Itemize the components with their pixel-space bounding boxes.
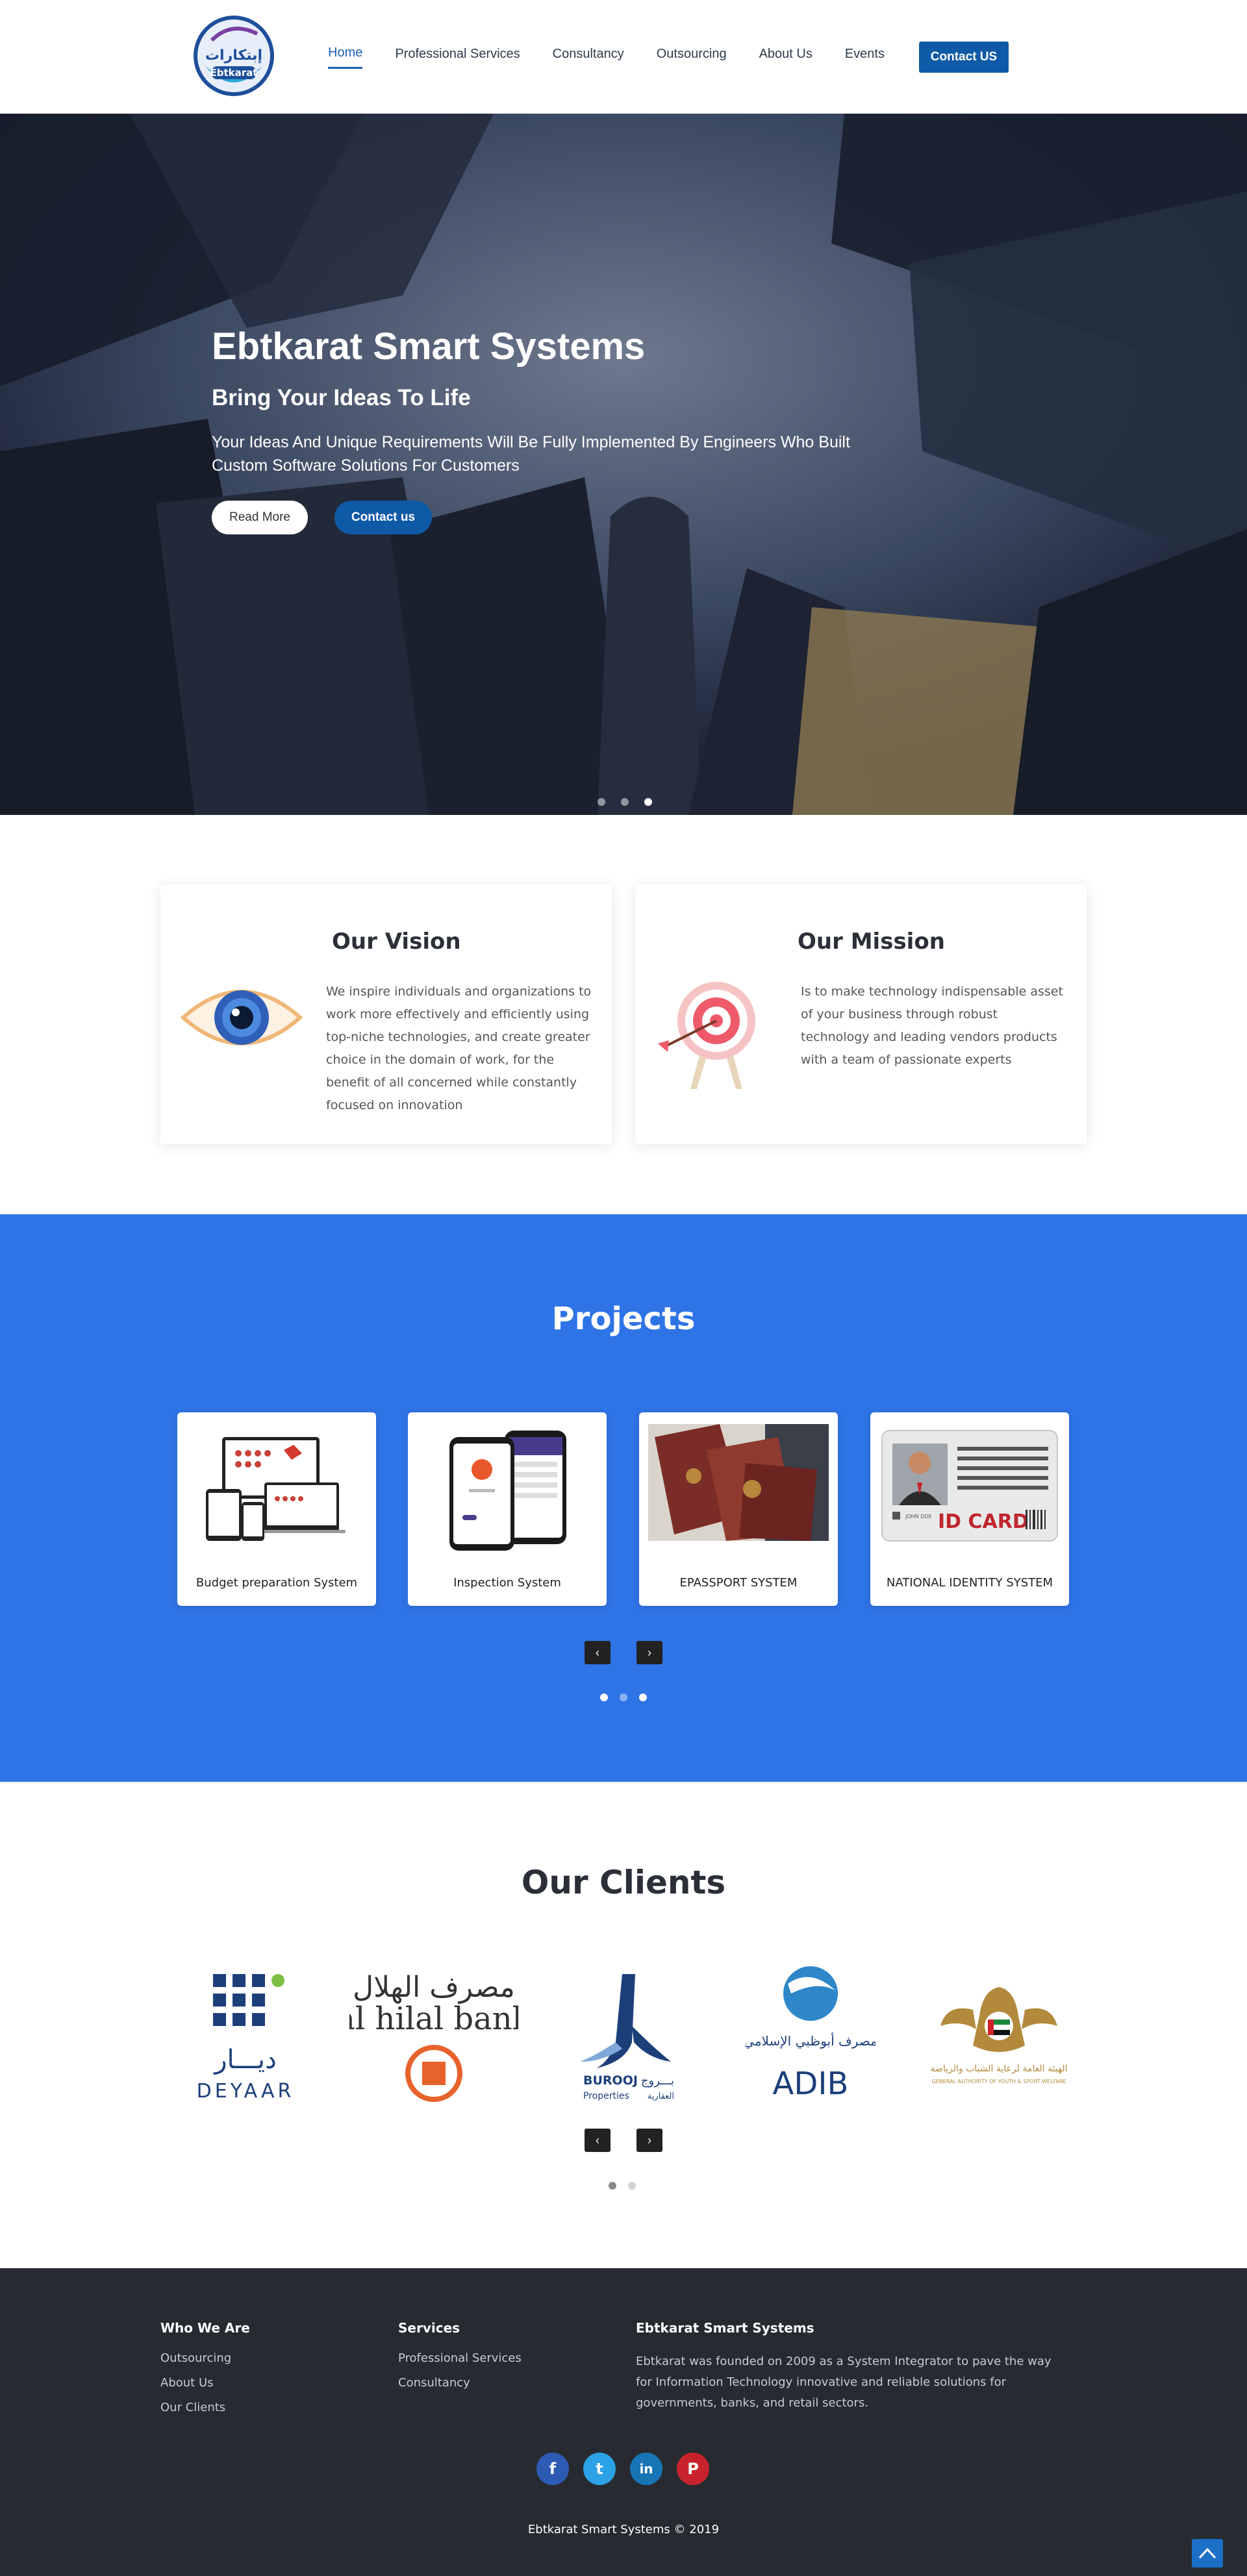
footer-link-professional-services[interactable]: Professional Services	[398, 2351, 522, 2365]
projects-section: Projects Budget preparation System Inspe…	[0, 1214, 1247, 1782]
twitter-icon[interactable]: t	[583, 2453, 616, 2485]
pinterest-icon[interactable]: P	[677, 2453, 709, 2485]
footer-services: Services Professional Services Consultan…	[398, 2320, 522, 2401]
vision-text: We inspire individuals and organizations…	[326, 984, 592, 1112]
footer-link-consultancy[interactable]: Consultancy	[398, 2376, 522, 2390]
linkedin-icon[interactable]: in	[630, 2453, 662, 2485]
social-links: f t in P	[536, 2453, 724, 2485]
client-logo-deyaar: ديـــار DEYAAR	[197, 1974, 295, 2103]
svg-text:JOHN DOE: JOHN DOE	[905, 1514, 932, 1519]
target-icon	[658, 982, 755, 1089]
svg-text:ID CARD: ID CARD	[938, 1510, 1029, 1533]
svg-text:ADIB: ADIB	[773, 2066, 849, 2102]
client-logo-youth-sport-authority: الهيئة العامة لرعاية الشباب والرياضة GEN…	[930, 1987, 1068, 2084]
phones-icon	[449, 1431, 566, 1551]
hero-slide-dot-2[interactable]	[621, 798, 629, 806]
mission-card: Our Mission Is to make technology indisp…	[635, 884, 1087, 1144]
projects-dot-3[interactable]	[639, 1694, 647, 1701]
projects-dot-1[interactable]	[600, 1694, 608, 1701]
footer-who-title: Who We Are	[160, 2320, 250, 2336]
projects-next-button[interactable]: ›	[636, 1641, 662, 1664]
project-card-inspection[interactable]: Inspection System	[408, 1412, 607, 1606]
nav-outsourcing[interactable]: Outsourcing	[657, 47, 727, 68]
svg-text:بـــروج: بـــروج	[641, 2074, 674, 2088]
scroll-to-top-button[interactable]	[1192, 2539, 1223, 2568]
project-label: NATIONAL IDENTITY SYSTEM	[886, 1576, 1053, 1590]
clients-dot-1[interactable]	[609, 2182, 616, 2190]
contact-us-nav-button[interactable]: Contact US	[919, 42, 1009, 73]
nav-professional-services[interactable]: Professional Services	[395, 47, 520, 68]
passport-icon	[648, 1424, 829, 1541]
nav-home[interactable]: Home	[328, 45, 363, 69]
svg-text:Ebtkarat: Ebtkarat	[210, 67, 258, 79]
project-label: EPASSPORT SYSTEM	[679, 1576, 798, 1590]
hero-slide-dot-1[interactable]	[598, 798, 605, 806]
hero-slide-indicators	[598, 798, 668, 806]
client-logo-al-hilal-bank: مصرف الهلال al hilal bank	[349, 1971, 518, 2102]
nav-events[interactable]: Events	[845, 47, 885, 68]
projects-prev-button[interactable]: ‹	[585, 1641, 611, 1664]
svg-text:DEYAAR: DEYAAR	[197, 2080, 295, 2103]
svg-text:العقارية: العقارية	[648, 2092, 674, 2101]
footer-link-our-clients[interactable]: Our Clients	[160, 2401, 250, 2414]
footer-link-about-us[interactable]: About Us	[160, 2376, 250, 2390]
copyright: Ebtkarat Smart Systems © 2019	[527, 2523, 720, 2536]
project-card-epassport[interactable]: EPASSPORT SYSTEM	[639, 1412, 838, 1606]
svg-text:مصرف أبوظبي الإسلامي: مصرف أبوظبي الإسلامي	[746, 2032, 875, 2049]
mission-title: Our Mission	[798, 929, 945, 955]
clients-next-button[interactable]: ›	[636, 2129, 662, 2152]
svg-text:al hilal bank: al hilal bank	[349, 2001, 518, 2037]
svg-text:إبتكارات: إبتكارات	[205, 47, 262, 64]
top-navbar: إبتكارات Ebtkarat Home Professional Serv…	[0, 0, 1247, 114]
project-card-national-id[interactable]: JOHN DOE ID CARD NATIONAL IDENTITY SYSTE…	[870, 1412, 1069, 1606]
facebook-icon[interactable]: f	[536, 2453, 569, 2485]
svg-text:الهيئة العامة لرعاية الشباب وا: الهيئة العامة لرعاية الشباب والرياضة	[930, 2064, 1067, 2074]
svg-text:Properties: Properties	[583, 2091, 629, 2101]
clients-slide-indicators	[609, 2182, 648, 2190]
client-logo-adib: مصرف أبوظبي الإسلامي ADIB	[746, 1966, 875, 2102]
clients-title: Our Clients	[521, 1864, 726, 1901]
hero-slider: Ebtkarat Smart Systems Bring Your Ideas …	[0, 114, 1247, 815]
footer-about-text: Ebtkarat was founded on 2009 as a System…	[636, 2355, 1052, 2410]
project-label: Budget preparation System	[195, 1576, 358, 1590]
mission-text: Is to make technology indispensable asse…	[801, 984, 1063, 1067]
chevron-up-icon	[1198, 2547, 1216, 2559]
clients-dot-2[interactable]	[628, 2182, 636, 2190]
footer-about: Ebtkarat Smart Systems Ebtkarat was foun…	[636, 2320, 1058, 2414]
footer-services-title: Services	[398, 2320, 460, 2336]
client-logo-burooj: BUROOJ Properties بـــروج العقارية	[580, 1974, 674, 2101]
svg-text:GENERAL AUTHORITY OF YOUTH & S: GENERAL AUTHORITY OF YOUTH & SPORT WELFA…	[931, 2079, 1066, 2084]
contact-us-hero-button[interactable]: Contact us	[334, 501, 432, 534]
svg-text:ديـــار: ديـــار	[213, 2045, 277, 2075]
projects-title: Projects	[551, 1301, 696, 1337]
svg-text:مصرف الهلال: مصرف الهلال	[353, 1971, 515, 2004]
page: إبتكارات Ebtkarat Home Professional Serv…	[0, 0, 1247, 2576]
ebtkarat-logo[interactable]: إبتكارات Ebtkarat	[192, 14, 275, 97]
devices-icon	[206, 1437, 346, 1541]
hero-title: Ebtkarat Smart Systems	[212, 325, 646, 368]
projects-dot-2[interactable]	[620, 1694, 627, 1701]
clients-prev-button[interactable]: ‹	[585, 2129, 611, 2152]
vision-card: Our Vision We inspire individuals and or…	[160, 884, 612, 1144]
nav-links: Home Professional Services Consultancy O…	[328, 45, 917, 69]
project-label: Inspection System	[453, 1576, 561, 1590]
hero-slide-dot-3[interactable]	[644, 798, 652, 806]
footer: Who We Are Outsourcing About Us Our Clie…	[0, 2268, 1247, 2576]
nav-about-us[interactable]: About Us	[759, 47, 812, 68]
svg-text:BUROOJ: BUROOJ	[583, 2073, 638, 2088]
nav-consultancy[interactable]: Consultancy	[553, 47, 624, 68]
read-more-button[interactable]: Read More	[212, 501, 308, 534]
footer-who-we-are: Who We Are Outsourcing About Us Our Clie…	[160, 2320, 250, 2425]
id-card-icon: JOHN DOE ID CARD	[881, 1430, 1058, 1542]
hero-description: Your Ideas And Unique Requirements Will …	[212, 433, 850, 475]
vision-title: Our Vision	[332, 929, 461, 955]
project-card-budget[interactable]: Budget preparation System	[177, 1412, 376, 1606]
hero-subtitle: Bring Your Ideas To Life	[212, 385, 471, 410]
projects-slide-indicators	[600, 1694, 659, 1701]
footer-link-outsourcing[interactable]: Outsourcing	[160, 2351, 250, 2365]
eye-icon	[180, 990, 303, 1045]
footer-about-title: Ebtkarat Smart Systems	[636, 2320, 814, 2336]
